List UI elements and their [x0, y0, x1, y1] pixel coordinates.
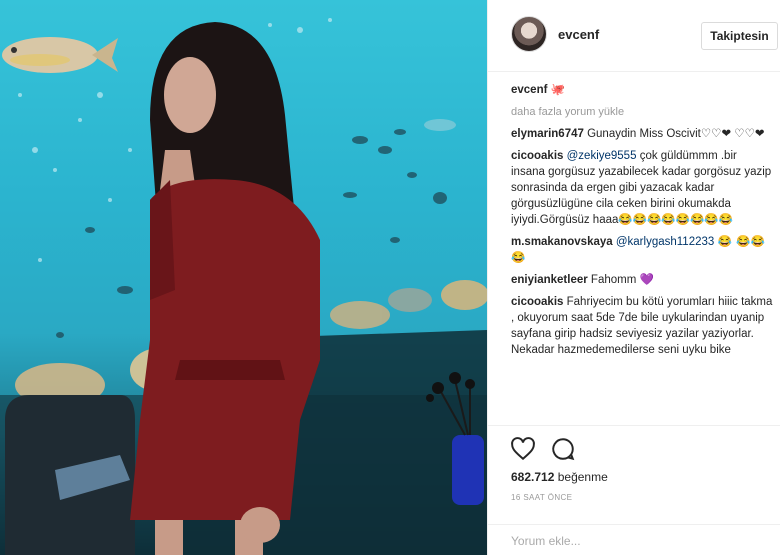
person-figure	[130, 22, 320, 555]
comment-username[interactable]: m.smakanovskaya	[511, 236, 613, 248]
comment-mention[interactable]: @karlygash112233	[616, 236, 714, 248]
comments-section: evcenf 🐙 daha fazla yorum yükle elymarin…	[511, 82, 773, 364]
post-header: evcenf Takiptesin	[488, 0, 780, 72]
comment-username[interactable]: cicooakis	[511, 296, 563, 308]
caption-username[interactable]: evcenf	[511, 84, 547, 96]
comment: m.smakanovskaya @karlygash112233 😂 😂😂😂	[511, 234, 773, 266]
aquarium-scene-image	[0, 18, 487, 555]
caption-text: 🐙	[550, 84, 565, 96]
comment-username[interactable]: eniyianketleer	[511, 274, 588, 286]
caption: evcenf 🐙	[511, 82, 773, 98]
comment: cicooakis @zekiye9555 çok güldümmm .bir …	[511, 148, 773, 228]
following-button[interactable]: Takiptesin	[701, 22, 778, 50]
author-username[interactable]: evcenf	[558, 27, 599, 42]
comment-input[interactable]	[511, 534, 761, 548]
comment-bubble-icon[interactable]	[550, 436, 576, 462]
likes-label: beğenme	[557, 470, 608, 484]
load-more-comments-link[interactable]: daha fazla yorum yükle	[511, 104, 773, 120]
likes-count[interactable]: 682.712 beğenme	[511, 470, 608, 484]
comment-text: Fahomm 💜	[590, 274, 654, 286]
comment-mention[interactable]: @zekiye9555	[567, 150, 637, 162]
post-timestamp: 16 SAAT ÖNCE	[511, 493, 573, 502]
comment: eniyianketleer Fahomm 💜	[511, 272, 773, 288]
fish-shape	[2, 37, 118, 73]
add-comment-area	[488, 524, 780, 555]
comment-username[interactable]: cicooakis	[511, 150, 563, 162]
post-actions: 682.712 beğenme 16 SAAT ÖNCE	[488, 425, 780, 555]
avatar[interactable]	[511, 16, 547, 52]
comment: elymarin6747 Gunaydin Miss Oscivit♡♡❤ ♡♡…	[511, 126, 773, 142]
heart-icon[interactable]	[510, 436, 536, 462]
post-panel: evcenf Takiptesin evcenf 🐙 daha fazla yo…	[487, 0, 780, 555]
comment-username[interactable]: elymarin6747	[511, 128, 584, 140]
comment: cicooakis Fahriyecim bu kötü yorumları h…	[511, 294, 773, 358]
comment-text: Gunaydin Miss Oscivit♡♡❤ ♡♡❤	[587, 128, 765, 140]
likes-number: 682.712	[511, 470, 555, 484]
post-photo[interactable]	[0, 0, 487, 555]
